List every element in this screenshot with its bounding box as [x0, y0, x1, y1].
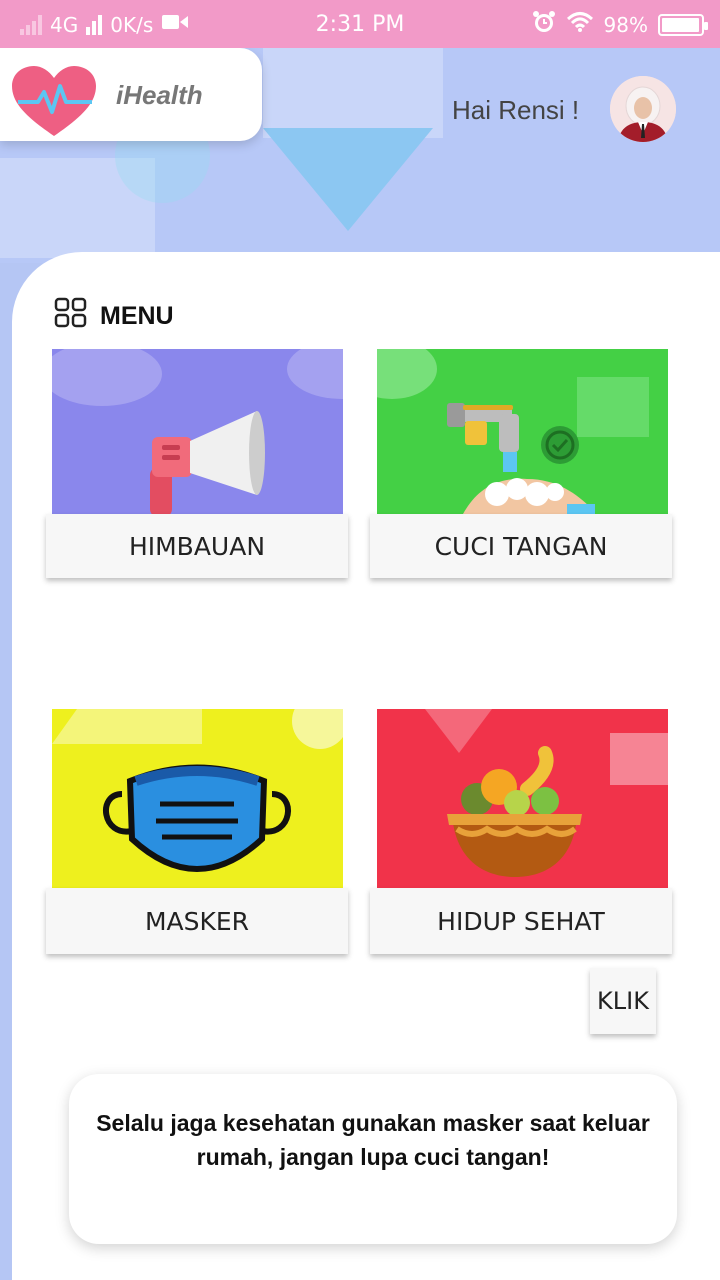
menu-card-cuci-tangan[interactable]: CUCI TANGAN	[370, 349, 672, 581]
hidup-sehat-image	[377, 709, 668, 889]
menu-card-label: HIMBAUAN	[46, 514, 348, 578]
avatar[interactable]	[610, 76, 676, 142]
header: iHealth Hai Rensi !	[0, 48, 720, 263]
menu-card-label: CUCI TANGAN	[370, 514, 672, 578]
main-panel: MENU HIMBAUAN CUCI TANGAN MASKER HIDUP S…	[12, 252, 720, 1280]
header-decoration	[263, 128, 433, 231]
menu-card-label: MASKER	[46, 888, 348, 954]
mask-icon	[52, 709, 343, 872]
health-message-card: Selalu jaga kesehatan gunakan masker saa…	[69, 1074, 677, 1244]
menu-title: MENU	[100, 302, 174, 330]
heart-pulse-icon	[8, 64, 100, 143]
menu-card-label: HIDUP SEHAT	[370, 888, 672, 954]
status-bar: 4G 0K/s 2:31 PM 98%	[0, 0, 720, 48]
menu-card-masker[interactable]: MASKER	[46, 709, 348, 957]
grid-icon	[54, 297, 88, 336]
megaphone-icon	[52, 349, 343, 514]
masker-image	[52, 709, 343, 889]
menu-card-himbauan[interactable]: HIMBAUAN	[46, 349, 348, 581]
handwash-icon	[377, 349, 649, 514]
menu-card-hidup-sehat[interactable]: HIDUP SEHAT	[370, 709, 672, 957]
alarm-icon	[532, 10, 556, 39]
menu-heading: MENU	[54, 297, 174, 336]
himbauan-image	[52, 349, 343, 514]
wifi-icon	[566, 11, 594, 38]
fruit-basket-icon	[425, 709, 668, 877]
app-logo-card: iHealth	[0, 48, 262, 141]
cuci-tangan-image	[377, 349, 668, 514]
battery-percent: 98%	[603, 12, 648, 37]
header-decoration	[263, 48, 443, 138]
greeting-text: Hai Rensi !	[452, 95, 580, 125]
klik-button[interactable]: KLIK	[590, 968, 656, 1034]
battery-icon	[658, 13, 708, 36]
app-name: iHealth	[116, 80, 203, 110]
